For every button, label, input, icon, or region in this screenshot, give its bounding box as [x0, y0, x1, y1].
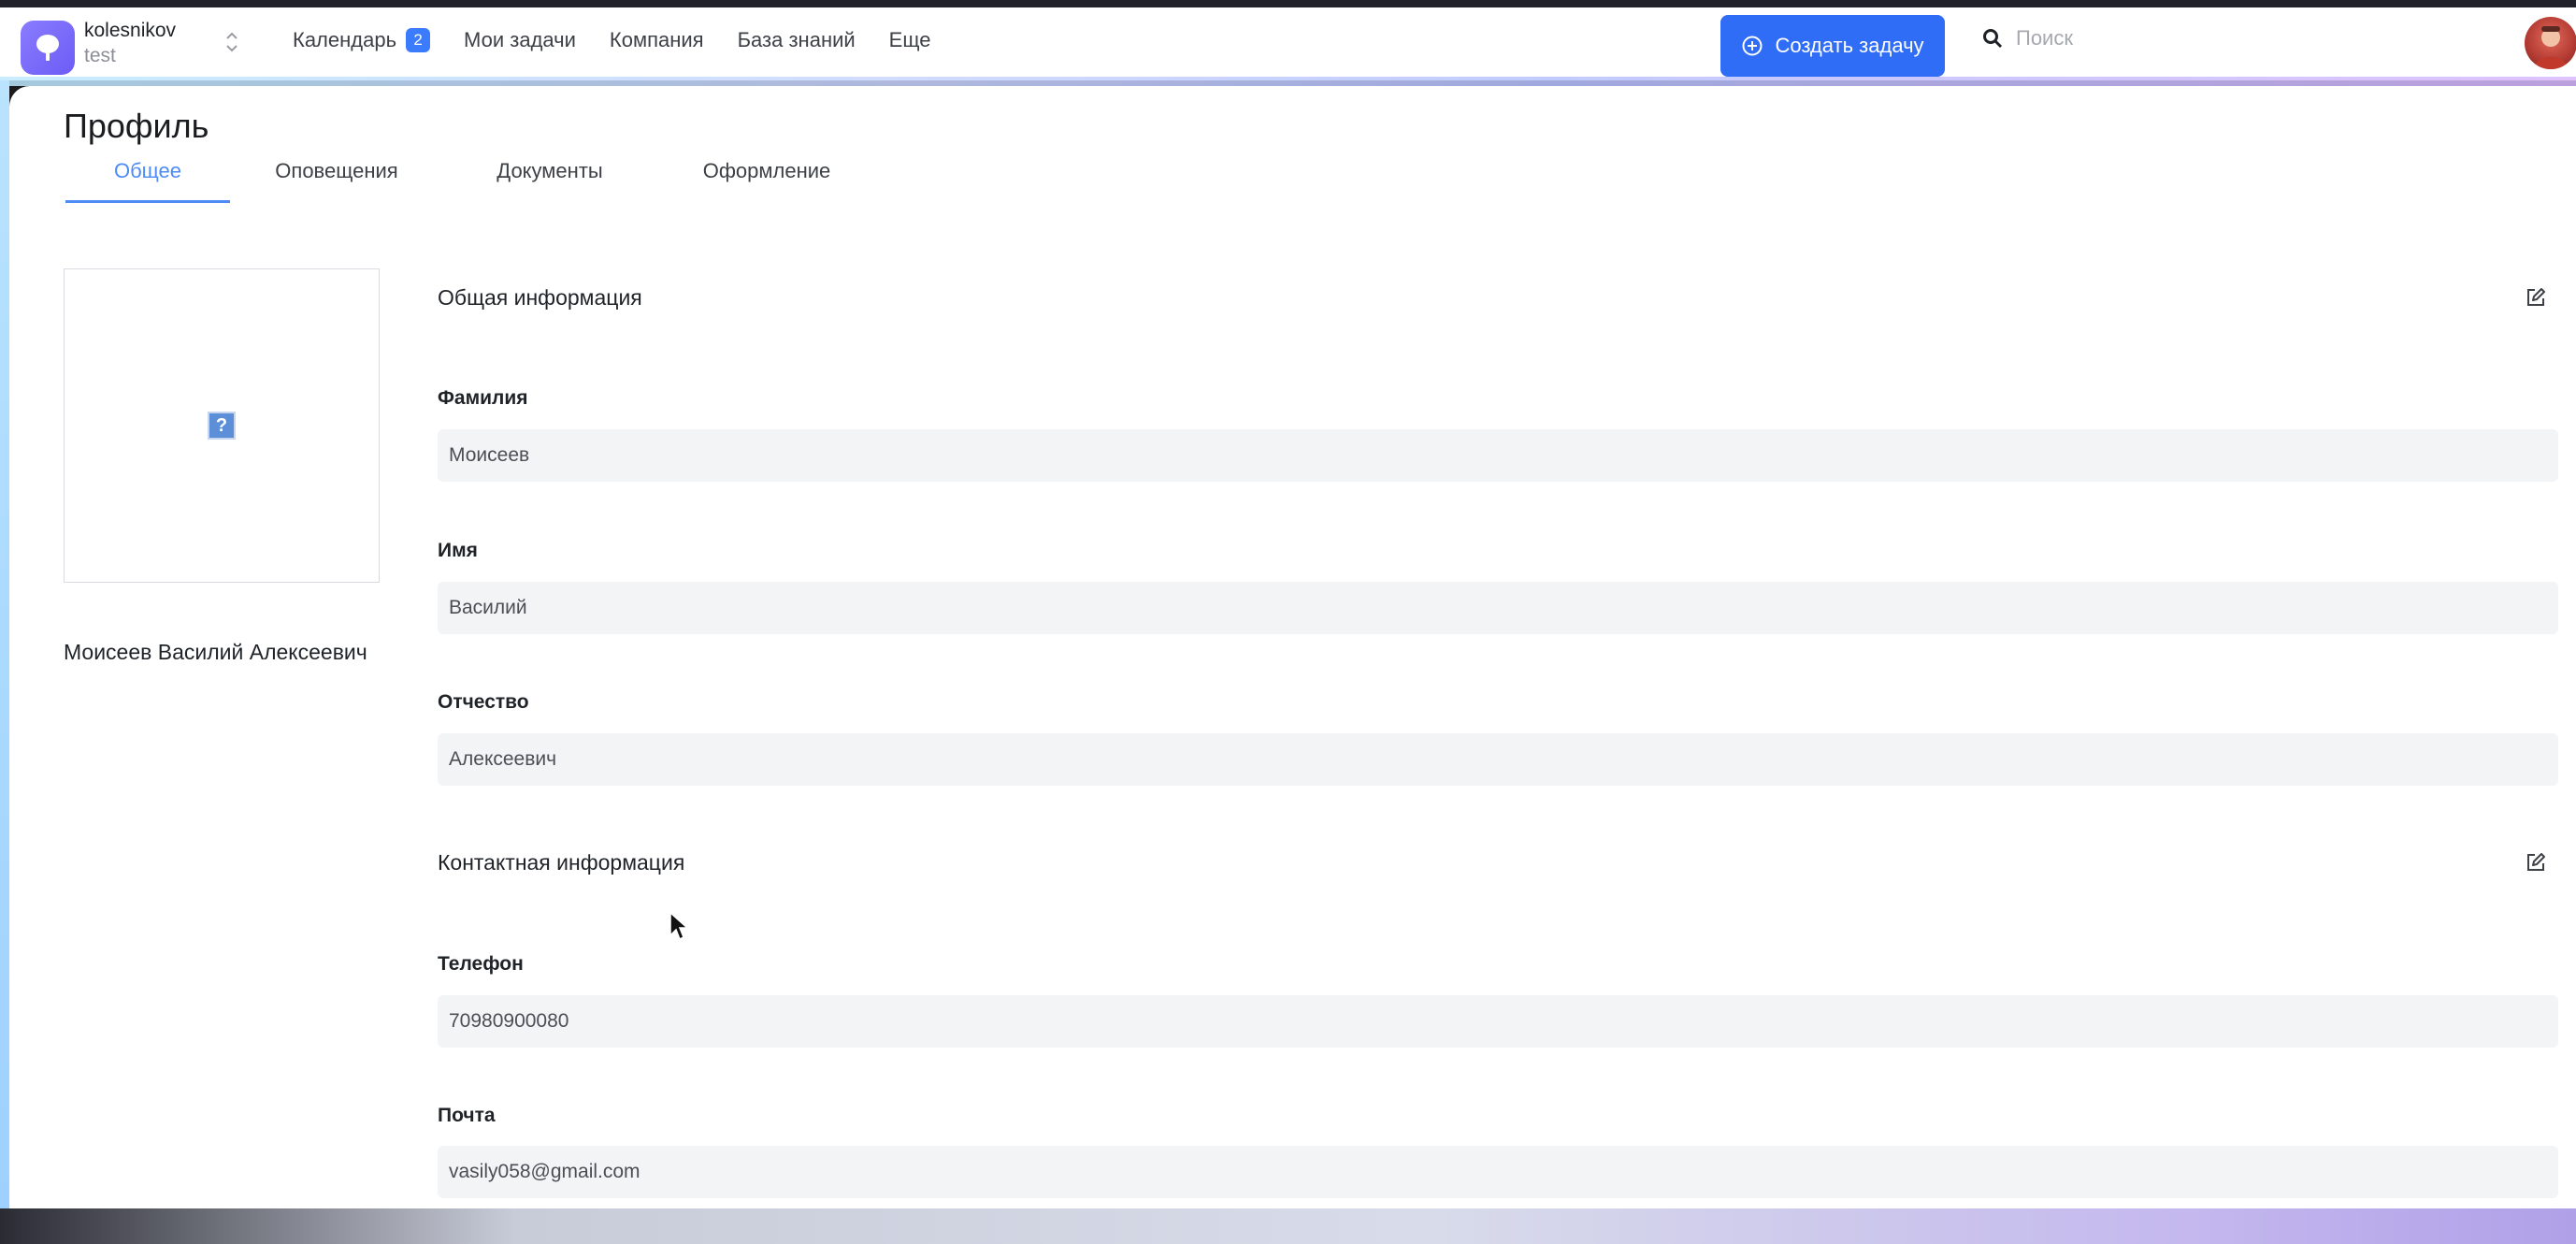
company-subtitle: test [84, 45, 116, 66]
nav-company-label: Компания [609, 28, 704, 51]
nav-more[interactable]: Еще [889, 28, 931, 52]
app-header: kolesnikov test Календарь 2 Мои задачи К… [0, 7, 2576, 80]
email-field[interactable] [438, 1146, 2558, 1198]
search-input[interactable] [2016, 26, 2296, 51]
calendar-count-badge: 2 [406, 28, 431, 52]
tab-general[interactable]: Общее [65, 159, 230, 203]
nav-my-tasks[interactable]: Мои задачи [464, 28, 576, 52]
nav-more-label: Еще [888, 28, 931, 51]
page-title: Профиль [64, 107, 209, 145]
avatar[interactable] [2525, 17, 2576, 69]
search-bar [1982, 26, 2296, 51]
profile-photo[interactable]: ? [64, 268, 380, 583]
nav-company[interactable]: Компания [610, 28, 704, 52]
email-label: Почта [438, 1105, 496, 1126]
tab-documents[interactable]: Документы [443, 159, 656, 203]
edit-icon [2527, 288, 2545, 306]
broken-image-icon: ? [208, 412, 236, 440]
first-name-label: Имя [438, 540, 478, 561]
plus-circle-icon [1742, 36, 1763, 56]
create-task-button[interactable]: Создать задачу [1720, 15, 1945, 77]
mouse-pointer-icon [669, 911, 689, 946]
contact-info-title: Контактная информация [438, 850, 685, 875]
company-switcher[interactable]: kolesnikov test [84, 19, 176, 69]
nav-knowledge-base-label: База знаний [737, 28, 856, 51]
edit-icon [2527, 853, 2545, 871]
avatar-image [2534, 26, 2568, 69]
nav-my-tasks-label: Мои задачи [464, 28, 576, 51]
first-name-field[interactable] [438, 582, 2558, 634]
edit-general-button[interactable] [2515, 277, 2556, 318]
create-task-label: Создать задачу [1775, 34, 1924, 57]
profile-full-name: Моисеев Василий Алексеевич [64, 640, 367, 664]
top-strip [0, 0, 2576, 7]
company-logo[interactable] [21, 21, 75, 75]
chevron-updown-icon[interactable] [224, 30, 239, 55]
general-info-title: Общая информация [438, 285, 642, 310]
patronymic-field[interactable] [438, 733, 2558, 786]
left-edge-glow [0, 80, 9, 1208]
last-name-label: Фамилия [438, 387, 528, 409]
cloud-tree-icon [36, 35, 59, 61]
nav-calendar[interactable]: Календарь 2 [293, 28, 431, 52]
company-name: kolesnikov [84, 20, 177, 41]
patronymic-label: Отчество [438, 691, 529, 713]
edit-contact-button[interactable] [2515, 842, 2556, 883]
last-name-field[interactable] [438, 429, 2558, 482]
phone-label: Телефон [438, 953, 524, 975]
header-divider [0, 77, 2576, 86]
profile-page: Профиль Общее Оповещения Документы Оформ… [9, 86, 2576, 1208]
nav-knowledge-base[interactable]: База знаний [738, 28, 856, 52]
main-nav: Календарь 2 Мои задачи Компания База зна… [293, 28, 964, 52]
phone-field[interactable] [438, 995, 2558, 1048]
nav-calendar-label: Календарь [293, 28, 397, 51]
bottom-edge-glow [0, 1208, 2576, 1244]
tab-appearance[interactable]: Оформление [656, 159, 877, 203]
profile-tabs: Общее Оповещения Документы Оформление [65, 159, 877, 203]
search-icon [1983, 29, 2003, 49]
tab-notifications[interactable]: Оповещения [230, 159, 443, 203]
